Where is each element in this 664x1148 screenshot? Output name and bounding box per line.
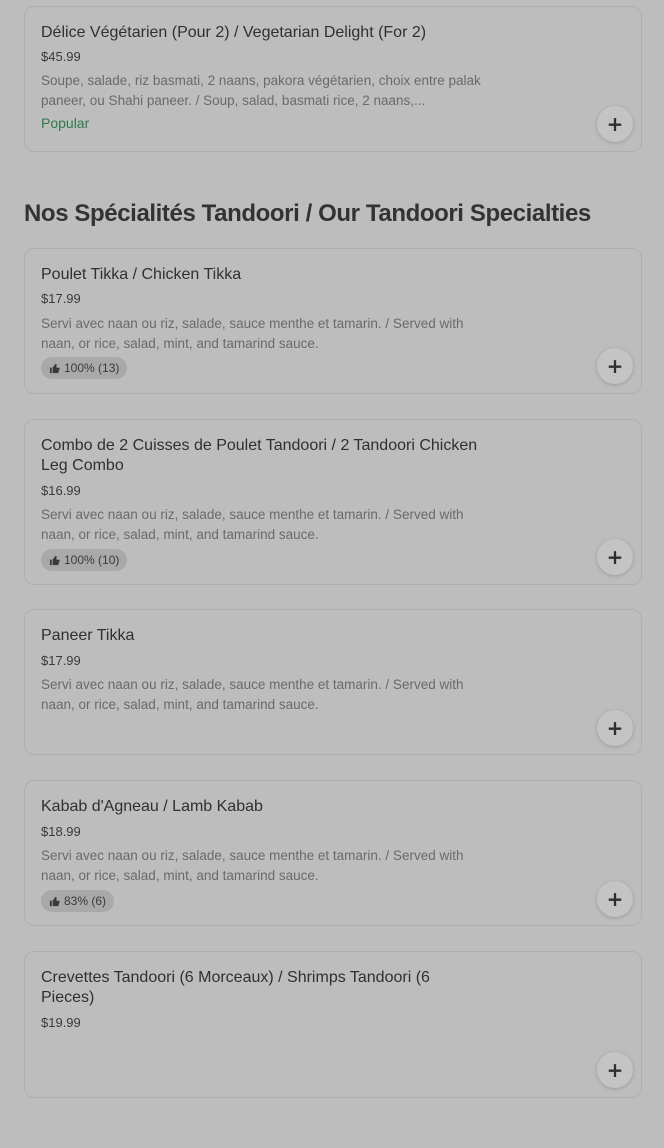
rating-badge: 100% (10) xyxy=(41,549,128,571)
menu-item-price: $18.99 xyxy=(41,824,81,839)
menu-item-name: Combo de 2 Cuisses de Poulet Tandoori / … xyxy=(41,437,478,474)
plus-icon: + xyxy=(606,112,624,136)
menu-item-price: $45.99 xyxy=(41,49,81,64)
rating-text: 100% (13) xyxy=(64,361,120,375)
plus-icon: + xyxy=(606,545,624,569)
menu-item-card[interactable]: Crevettes Tandoori (6 Morceaux) / Shrimp… xyxy=(24,951,642,1098)
rating-badge: 100% (13) xyxy=(41,357,128,379)
menu-item-description: Servi avec naan ou riz, salade, sauce me… xyxy=(41,507,464,542)
menu-item-name: Délice Végétarien (Pour 2) / Vegetarian … xyxy=(41,24,427,41)
add-to-cart-button[interactable]: + xyxy=(597,348,633,384)
add-to-cart-button[interactable]: + xyxy=(597,1052,633,1088)
menu-item-card[interactable]: Combo de 2 Cuisses de Poulet Tandoori / … xyxy=(24,419,642,585)
section-title: Nos Spécialités Tandoori / Our Tandoori … xyxy=(24,200,591,227)
menu-item-price: $17.99 xyxy=(41,291,81,306)
menu-item-name: Crevettes Tandoori (6 Morceaux) / Shrimp… xyxy=(41,969,430,1006)
thumbs-up-icon xyxy=(49,555,60,565)
plus-icon: + xyxy=(606,354,624,378)
popular-tag: Popular xyxy=(41,115,90,131)
menu-item-price: $19.99 xyxy=(41,1015,81,1030)
menu-item-name: Poulet Tikka / Chicken Tikka xyxy=(41,266,242,283)
menu-item-card[interactable]: Délice Végétarien (Pour 2) / Vegetarian … xyxy=(24,6,642,152)
add-to-cart-button[interactable]: + xyxy=(597,710,633,746)
rating-text: 100% (10) xyxy=(64,553,120,567)
thumbs-up-icon xyxy=(49,363,60,373)
plus-icon: + xyxy=(606,716,624,740)
menu-item-description: Servi avec naan ou riz, salade, sauce me… xyxy=(41,316,464,351)
menu-item-name: Kabab d'Agneau / Lamb Kabab xyxy=(41,798,263,815)
menu-item-price: $16.99 xyxy=(41,483,81,498)
thumbs-up-icon xyxy=(49,896,60,906)
menu-item-price: $17.99 xyxy=(41,653,81,668)
menu-item-description: Servi avec naan ou riz, salade, sauce me… xyxy=(41,677,464,712)
menu-item-card[interactable]: Poulet Tikka / Chicken Tikka $17.99 Serv… xyxy=(24,248,642,394)
menu-item-name: Paneer Tikka xyxy=(41,627,135,644)
menu-item-card[interactable]: Paneer Tikka $17.99 Servi avec naan ou r… xyxy=(24,609,642,755)
rating-badge: 83% (6) xyxy=(41,890,115,912)
add-to-cart-button[interactable]: + xyxy=(597,539,633,575)
rating-text: 83% (6) xyxy=(64,894,107,908)
menu-item-card[interactable]: Kabab d'Agneau / Lamb Kabab $18.99 Servi… xyxy=(24,780,642,926)
menu-item-description: Servi avec naan ou riz, salade, sauce me… xyxy=(41,848,464,883)
plus-icon: + xyxy=(606,887,624,911)
add-to-cart-button[interactable]: + xyxy=(597,881,633,917)
menu-item-description: Soupe, salade, riz basmati, 2 naans, pak… xyxy=(41,73,481,108)
add-to-cart-button[interactable]: + xyxy=(597,106,633,142)
plus-icon: + xyxy=(606,1058,624,1082)
